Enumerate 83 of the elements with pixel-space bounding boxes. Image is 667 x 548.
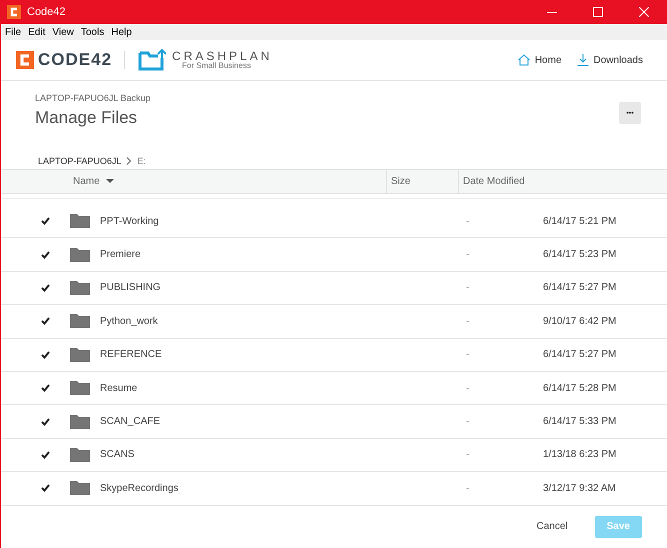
checkbox[interactable] [40, 249, 51, 260]
home-link[interactable]: Home [516, 53, 562, 67]
checkmark-icon [41, 317, 50, 326]
menu-item[interactable]: Edit [28, 26, 46, 38]
menu-item[interactable]: File [5, 26, 22, 38]
folder-icon [70, 448, 90, 462]
folder-icon [70, 280, 90, 295]
folder-icon [70, 414, 90, 429]
folder-icon [70, 381, 90, 396]
folder-logo-icon [138, 49, 166, 71]
file-name: SCANS [100, 449, 136, 460]
maximize-icon [593, 7, 603, 17]
menu-item[interactable]: Help [111, 26, 132, 38]
column-header[interactable]: Name [1, 170, 387, 193]
downloads-link[interactable]: Downloads [576, 53, 643, 67]
home-icon [516, 53, 531, 67]
code42-logo-icon [16, 51, 34, 69]
folder-icon [70, 314, 90, 328]
close-icon [639, 7, 649, 17]
file-name: Python_work [100, 316, 159, 327]
file-name: REFERENCE [100, 349, 163, 360]
file-size: - [466, 482, 470, 494]
column-header[interactable]: Date Modified [459, 170, 667, 193]
file-name: PPT-Working [100, 216, 160, 227]
checkmark-icon [41, 350, 50, 359]
date-modified: 6/14/17 5:21 PM [543, 216, 618, 227]
file-size: - [466, 382, 470, 394]
breadcrumb-item[interactable]: E: [137, 156, 146, 166]
checkbox[interactable] [40, 316, 51, 327]
date-modified: 6/14/17 5:27 PM [543, 349, 618, 360]
folder-icon [70, 348, 90, 362]
backup-name: LAPTOP-FAPUO6JL Backup [35, 93, 151, 103]
date-modified: 9/10/17 6:42 PM [543, 316, 618, 327]
chevron-icon [126, 157, 132, 165]
file-size: - [466, 216, 470, 227]
checkbox[interactable] [40, 382, 51, 394]
checkmark-icon [41, 250, 50, 259]
checkmark-icon [41, 217, 50, 226]
file-name: PUBLISHING [100, 282, 162, 294]
checkbox[interactable] [40, 216, 51, 227]
checkbox[interactable] [40, 282, 51, 294]
menu-item[interactable]: Tools [80, 26, 104, 38]
menu-item[interactable]: View [52, 26, 74, 38]
folder-icon [70, 248, 90, 262]
date-modified: 6/14/17 5:27 PM [543, 282, 618, 294]
page-title: Manage Files [35, 108, 138, 128]
file-size: - [466, 416, 470, 428]
breadcrumb-item[interactable]: LAPTOP-FAPUO6JL [38, 156, 122, 166]
column-label: Name [73, 176, 100, 187]
checkmark-icon [41, 450, 50, 459]
window-title: Code42 [27, 6, 67, 18]
file-size: - [466, 316, 470, 327]
date-modified: 6/14/17 5:33 PM [543, 416, 618, 428]
file-size: - [466, 349, 470, 360]
file-name: Premiere [100, 249, 142, 260]
product-subtitle: For Small Business [182, 62, 252, 70]
checkmark-icon [41, 384, 50, 392]
download-icon [576, 53, 590, 67]
file-size: - [466, 449, 470, 460]
checkbox[interactable] [40, 482, 51, 494]
file-size: - [466, 249, 470, 260]
product-name: CRASHPLAN [172, 50, 272, 62]
date-modified: 6/14/17 5:28 PM [543, 382, 618, 394]
column-header[interactable]: Size [387, 170, 459, 193]
file-name: SCAN_CAFE [100, 416, 162, 428]
checkmark-icon [41, 484, 50, 492]
folder-icon [70, 481, 90, 496]
file-name: Resume [100, 382, 138, 394]
checkbox[interactable] [40, 449, 51, 460]
checkbox[interactable] [40, 349, 51, 360]
file-size: - [466, 282, 470, 294]
file-name: SkypeRecordings [100, 482, 180, 494]
checkmark-icon [41, 418, 50, 426]
date-modified: 1/13/18 6:23 PM [543, 449, 618, 460]
date-modified: 3/12/17 9:32 AM [543, 482, 617, 494]
folder-icon [70, 214, 90, 228]
date-modified: 6/14/17 5:23 PM [543, 249, 618, 260]
checkbox[interactable] [40, 416, 51, 428]
brand-name: CODE42 [38, 50, 112, 70]
app-logo-icon [7, 5, 21, 19]
checkmark-icon [41, 284, 50, 292]
cancel-button[interactable]: Cancel [524, 516, 580, 538]
sort-caret-icon [106, 179, 114, 184]
